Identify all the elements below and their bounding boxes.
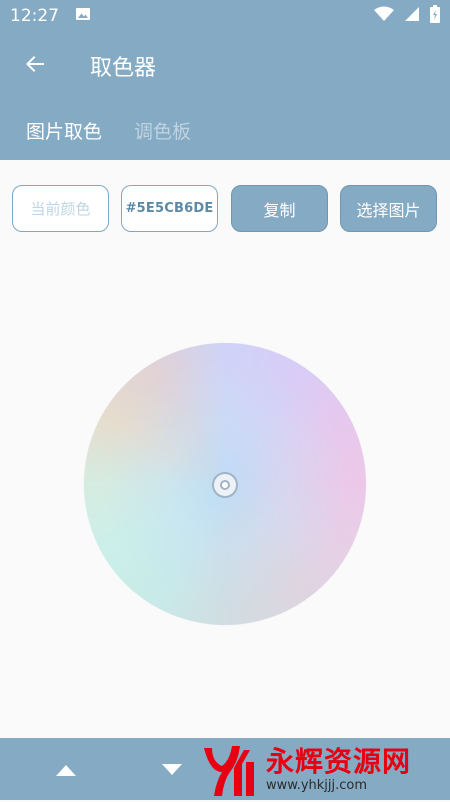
watermark-text: 永辉资源网 www.yhkjjj.com bbox=[266, 746, 411, 794]
tab-bar: 图片取色 调色板 bbox=[0, 100, 450, 160]
watermark: 永辉资源网 www.yhkjjj.com bbox=[200, 742, 450, 798]
current-color-swatch: 当前颜色 bbox=[12, 185, 109, 232]
app-bar: 取色器 bbox=[0, 32, 450, 100]
bottom-nav-bar: 永辉资源网 www.yhkjjj.com bbox=[0, 738, 450, 800]
color-picker-handle[interactable] bbox=[212, 472, 238, 498]
color-wheel-area[interactable] bbox=[84, 343, 366, 625]
tab-image-pick[interactable]: 图片取色 bbox=[26, 117, 102, 144]
signal-icon bbox=[404, 6, 420, 27]
page-title: 取色器 bbox=[90, 56, 157, 81]
image-icon bbox=[75, 6, 91, 27]
watermark-url: www.yhkjjj.com bbox=[266, 778, 368, 793]
hex-value-field: #5E5CB6DE bbox=[121, 185, 218, 232]
status-time: 12:27 bbox=[10, 6, 59, 26]
watermark-brand: 永辉资源网 bbox=[266, 745, 412, 778]
controls-row: 当前颜色 #5E5CB6DE 复制 选择图片 bbox=[0, 185, 450, 233]
copy-button[interactable]: 复制 bbox=[231, 185, 328, 232]
nav-up-icon[interactable] bbox=[54, 762, 78, 781]
battery-icon bbox=[430, 4, 440, 28]
back-button[interactable] bbox=[0, 52, 70, 80]
pick-image-button[interactable]: 选择图片 bbox=[340, 185, 437, 232]
tab-palette[interactable]: 调色板 bbox=[134, 117, 191, 144]
picker-handle-dot bbox=[220, 480, 230, 490]
watermark-logo-icon bbox=[200, 742, 262, 798]
status-icons bbox=[374, 4, 440, 28]
nav-down-icon[interactable] bbox=[160, 762, 184, 781]
status-bar: 12:27 bbox=[0, 0, 450, 32]
wifi-icon bbox=[374, 6, 394, 27]
back-arrow-icon bbox=[23, 52, 47, 80]
